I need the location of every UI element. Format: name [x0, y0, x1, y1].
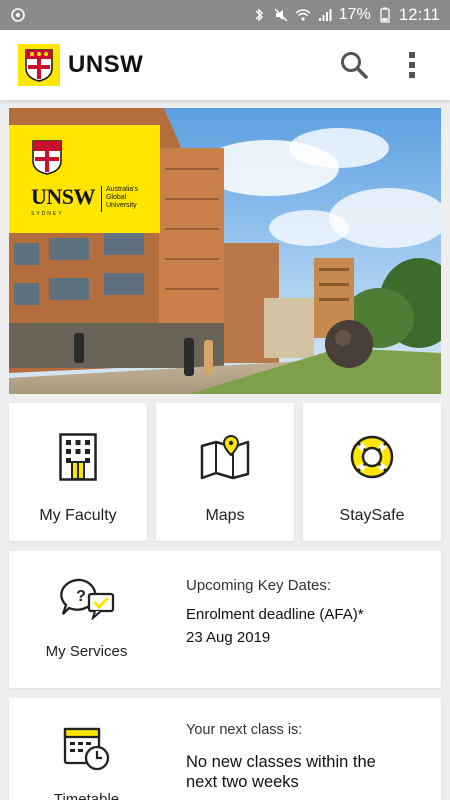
next-class-heading: Your next class is: [186, 722, 303, 738]
tile-label: My Faculty [39, 507, 117, 524]
tile-label: StaySafe [339, 507, 405, 524]
building-icon [53, 431, 103, 483]
badge-tagline: Australia's Global University [105, 186, 139, 209]
badge-divider [101, 186, 102, 212]
key-date-date: 23 Aug 2019 [186, 629, 271, 646]
search-button[interactable] [334, 45, 374, 85]
key-dates-heading: Upcoming Key Dates: [186, 577, 332, 594]
unsw-crest-icon [32, 140, 62, 175]
app-bar: UNSW [0, 30, 450, 100]
unsw-crest-icon [18, 44, 60, 86]
next-class-message: No new classes within the next two weeks [186, 753, 376, 791]
badge-sydney: SYDNEY [31, 211, 64, 217]
more-vert-icon [409, 52, 415, 78]
tile-my-faculty[interactable]: My Faculty [9, 403, 147, 541]
signal-icon [318, 9, 332, 21]
clock: 12:11 [398, 5, 440, 24]
timetable-label: Timetable [53, 791, 120, 800]
sync-icon [11, 8, 25, 22]
map-icon [200, 431, 250, 483]
calendar-clock-icon [63, 726, 111, 777]
overflow-menu-button[interactable] [392, 45, 432, 85]
search-icon [341, 52, 368, 79]
battery-icon [380, 7, 390, 23]
battery-percent: 17% [338, 6, 371, 23]
tile-staysafe[interactable]: StaySafe [303, 403, 441, 541]
mute-icon [274, 8, 288, 22]
key-date-event: Enrolment deadline (AFA)* [186, 606, 364, 623]
hero-banner: UNSW SYDNEY Australia's Global Universit… [9, 108, 441, 394]
chat-bubbles-icon: ? [59, 578, 115, 625]
my-services-card[interactable]: ? My Services Upcoming Key Dates: Enrolm… [9, 551, 441, 688]
timetable-card[interactable]: Timetable Your next class is: No new cla… [9, 698, 441, 800]
badge-wordmark: UNSW [31, 184, 96, 209]
svg-text:?: ? [76, 588, 86, 605]
wifi-icon [295, 9, 311, 21]
lifebuoy-icon [347, 431, 397, 483]
tile-label: Maps [205, 507, 245, 524]
tile-maps[interactable]: Maps [156, 403, 294, 541]
bluetooth-icon [255, 8, 263, 22]
unsw-logo-badge: UNSW SYDNEY Australia's Global Universit… [9, 125, 160, 233]
status-bar: 17% 12:11 [0, 0, 450, 30]
services-label: My Services [45, 643, 128, 660]
app-title: UNSW [68, 51, 144, 78]
